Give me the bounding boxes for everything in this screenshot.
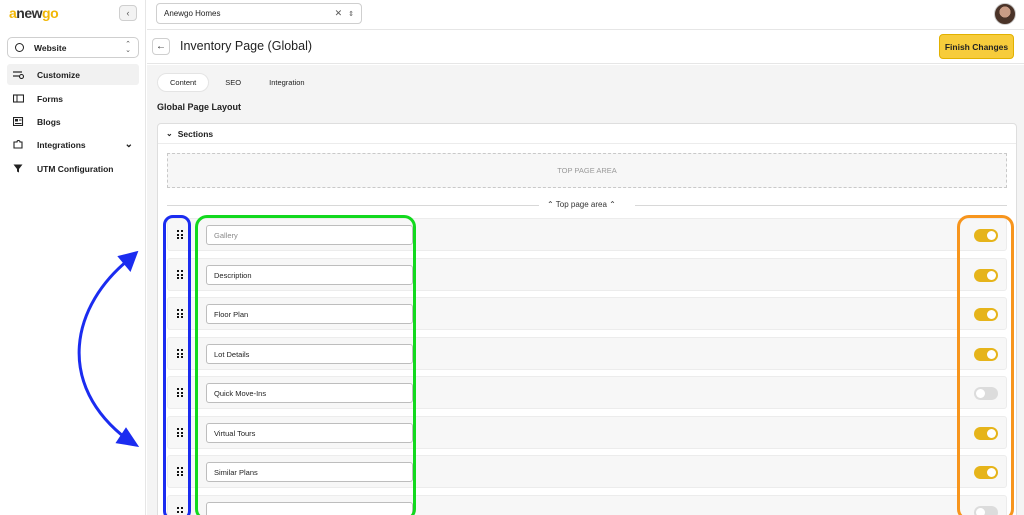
top-page-area-label: TOP PAGE AREA [557,166,617,175]
section-names-highlight [195,215,416,515]
chevron-down-icon[interactable]: ⌄ [125,139,133,150]
sidebar-item-label: UTM Configuration [37,163,114,174]
page-title: Inventory Page (Global) [180,39,313,53]
sidebar-item-customize[interactable]: Customize [7,64,139,85]
layout-title: Global Page Layout [157,102,242,112]
tabs: Content SEO Integration [157,73,317,92]
tab-integration[interactable]: Integration [257,73,316,92]
back-button[interactable]: ← [152,38,170,55]
drag-handles-highlight [163,215,191,515]
sidebar-item-label: Integrations [37,139,86,150]
sliders-icon [13,70,25,80]
reorder-double-arrow-icon [77,250,140,448]
anewgo-logo[interactable]: anewgo [9,5,59,21]
sidebar-item-label: Forms [37,93,63,104]
divider-label-group[interactable]: ⌃ Top page area ⌃ [547,200,616,209]
chevron-left-icon: ‹ [126,8,130,18]
sidebar-item-label: Customize [37,69,80,80]
globe-icon [15,43,24,52]
top-page-area-divider: ⌃ Top page area ⌃ [167,200,1007,210]
arrow-left-icon: ← [156,41,166,52]
site-select-label: Website [34,42,67,53]
finish-changes-button[interactable]: Finish Changes [939,34,1014,59]
sidebar-item-forms[interactable]: Forms [7,88,139,109]
double-chevron-up-icon: ⌃ [547,200,554,209]
page-header: ← Inventory Page (Global) Finish Changes [147,31,1024,64]
sections-header[interactable]: ⌄ Sections [158,124,1016,144]
updown-chevron-icon: ⌃ ⌄ [125,40,131,54]
tab-seo[interactable]: SEO [213,73,253,92]
sidebar-item-blogs[interactable]: Blogs [7,111,139,132]
double-chevron-up-icon: ⌃ [609,200,616,209]
divider-label: Top page area [555,200,607,209]
tab-content[interactable]: Content [157,73,210,92]
clear-icon[interactable]: ✕ [335,8,343,19]
builder-select-value: Anewgo Homes [164,9,221,18]
site-select[interactable]: Website ⌃ ⌄ [7,37,139,58]
sections-title: Sections [177,128,214,139]
puzzle-icon [13,140,24,149]
chevron-down-icon: ⌄ [166,129,173,138]
newspaper-icon [12,116,24,127]
updown-chevron-icon: ⇕ [348,10,354,18]
forms-icon [12,94,25,103]
sidebar-item-label: Blogs [37,116,61,127]
sidebar-item-utm-configuration[interactable]: UTM Configuration [7,158,139,179]
builder-select[interactable]: Anewgo Homes ✕ ⇕ [156,3,362,24]
avatar[interactable] [994,3,1016,25]
sidebar-item-integrations[interactable]: Integrations ⌄ [7,134,139,155]
funnel-icon [13,164,24,173]
top-bar: Anewgo Homes ✕ ⇕ [147,0,1024,30]
collapse-sidebar-button[interactable]: ‹ [119,5,137,21]
top-page-area-dropzone[interactable]: TOP PAGE AREA [167,153,1007,188]
toggles-highlight [957,215,1014,515]
